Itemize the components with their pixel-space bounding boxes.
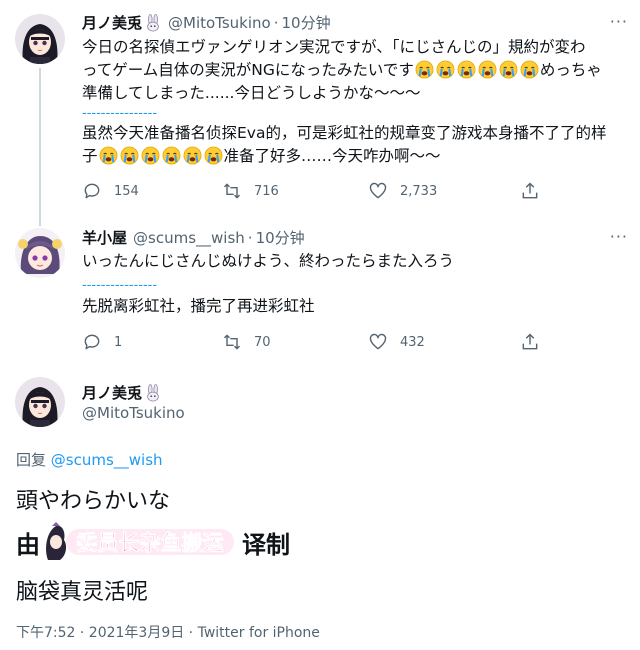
- retweet-icon: [222, 181, 242, 201]
- tweet-text-jp: 頭やわらかいな: [16, 489, 171, 514]
- credit-prefix: 由: [16, 530, 40, 559]
- retweet-button[interactable]: 716: [222, 181, 368, 201]
- avatar[interactable]: [15, 377, 65, 427]
- tweet-timestamp[interactable]: 下午7:52 · 2021年3月9日 · Twitter for iPhone: [16, 622, 320, 642]
- reply-icon: [82, 332, 102, 352]
- translation-separator: ----------------: [82, 278, 158, 293]
- loudly-crying-emoji-icon: [141, 146, 160, 165]
- tweet-text-cn: 先脱离彩虹社，播完了再进彩虹社: [82, 297, 315, 315]
- loudly-crying-emoji-icon: [415, 60, 434, 79]
- reply-icon: [82, 181, 102, 201]
- display-name[interactable]: 月ノ美兎: [82, 382, 142, 403]
- text-line: ってゲーム自体の実況がNGになったみたいです めっちゃ: [82, 59, 602, 82]
- text-line: 準備してしまった......今日どうしようかな〜〜〜: [82, 84, 421, 102]
- like-count: 2,733: [400, 183, 438, 199]
- avatar-image: [15, 377, 65, 427]
- reply-count: 1: [114, 334, 123, 350]
- reply-prefix: 回复: [16, 451, 47, 469]
- share-icon: [520, 332, 540, 352]
- loudly-crying-emoji-icon: [120, 146, 139, 165]
- author-name-row: 月ノ美兎: [82, 382, 162, 403]
- reply-button[interactable]: 154: [82, 181, 222, 201]
- text-line: 子 准备了好多……今天咋办啊〜〜: [82, 145, 606, 168]
- loudly-crying-emoji-icon: [520, 60, 539, 79]
- credit-suffix: 译制: [242, 530, 290, 559]
- text-line: 今日の名探偵エヴァンゲリオン実況ですが、「にじさんじの」規約が変わ: [82, 38, 586, 56]
- tweet-header: 月ノ美兎 @MitoTsukino · 10分钟: [82, 12, 331, 33]
- thread-line: [39, 68, 41, 226]
- share-button[interactable]: [520, 181, 540, 201]
- tweet-text-cn: 脑袋真灵活呢: [16, 580, 149, 605]
- avatar-image: [15, 14, 65, 64]
- loudly-crying-emoji-icon: [204, 146, 223, 165]
- share-icon: [520, 181, 540, 201]
- translation-separator: ----------------: [82, 106, 158, 121]
- tweet-header: 羊小屋 @scums__wish · 10分钟: [82, 227, 305, 248]
- text-segment: めっちゃ: [539, 61, 602, 79]
- tweet-text-jp: 今日の名探偵エヴァンゲリオン実況ですが、「にじさんじの」規約が変わ ってゲーム自…: [82, 36, 602, 105]
- more-options-icon[interactable]: ···: [610, 12, 628, 31]
- loudly-crying-emoji-icon: [499, 60, 518, 79]
- tweet-time[interactable]: 10分钟: [256, 227, 305, 248]
- text-segment: ってゲーム自体の実況がNGになったみたいです: [82, 61, 414, 79]
- reply-button[interactable]: 1: [82, 332, 222, 352]
- heart-icon: [368, 332, 388, 352]
- loudly-crying-emoji-icon: [99, 146, 118, 165]
- display-name[interactable]: 羊小屋: [82, 227, 127, 248]
- text-line: 虽然今天准备播名侦探Eva的，可是彩虹社的规章变了游戏本身播不了了的样: [82, 124, 607, 142]
- avatar[interactable]: [15, 14, 65, 64]
- retweet-count: 716: [254, 183, 279, 199]
- heart-icon: [368, 181, 388, 201]
- action-bar: 1 70 432: [82, 332, 540, 352]
- loudly-crying-emoji-icon: [183, 146, 202, 165]
- bunny-icon: [144, 14, 162, 32]
- text-segment: 准备了好多……今天咋办啊〜〜: [223, 147, 441, 165]
- action-bar: 154 716 2,733: [82, 181, 540, 201]
- retweet-button[interactable]: 70: [222, 332, 368, 352]
- user-handle[interactable]: @MitoTsukino: [168, 14, 271, 32]
- more-options-icon[interactable]: ···: [610, 227, 628, 246]
- like-count: 432: [400, 334, 425, 350]
- text-segment: 子: [82, 147, 98, 165]
- reply-mention-link[interactable]: @scums__wish: [51, 451, 163, 469]
- reply-count: 154: [114, 183, 139, 199]
- tweet-time[interactable]: 10分钟: [282, 12, 331, 33]
- separator-dot: ·: [247, 228, 253, 247]
- retweet-icon: [222, 332, 242, 352]
- loudly-crying-emoji-icon: [457, 60, 476, 79]
- retweet-count: 70: [254, 334, 271, 350]
- loudly-crying-emoji-icon: [436, 60, 455, 79]
- loudly-crying-emoji-icon: [478, 60, 497, 79]
- author-handle-row: @MitoTsukino: [82, 404, 185, 422]
- user-handle[interactable]: @MitoTsukino: [82, 404, 185, 422]
- separator-dot: ·: [273, 13, 279, 32]
- user-handle[interactable]: @scums__wish: [133, 229, 245, 247]
- loudly-crying-emoji-icon: [162, 146, 181, 165]
- avatar-image: [15, 228, 65, 278]
- translator-credit: 由 委员长杂鱼搬运 译制: [16, 522, 290, 562]
- avatar[interactable]: [15, 228, 65, 278]
- share-button[interactable]: [520, 332, 540, 352]
- translator-logo: 委员长杂鱼搬运: [46, 522, 234, 560]
- like-button[interactable]: 2,733: [368, 181, 520, 201]
- tweet-text-jp: いったんにじさんじぬけよう、終わったらまた入ろう: [82, 252, 455, 270]
- replying-to: 回复 @scums__wish: [16, 449, 163, 470]
- display-name[interactable]: 月ノ美兎: [82, 12, 142, 33]
- logo-text: 委员长杂鱼搬运: [76, 531, 224, 555]
- bunny-icon: [144, 384, 162, 402]
- tweet-text-cn: 虽然今天准备播名侦探Eva的，可是彩虹社的规章变了游戏本身播不了了的样 子 准备了…: [82, 122, 606, 168]
- like-button[interactable]: 432: [368, 332, 520, 352]
